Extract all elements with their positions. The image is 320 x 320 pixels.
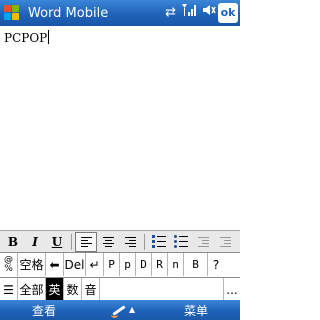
- italic-button[interactable]: I: [24, 232, 46, 252]
- softkey-bar: 查看 ▲ 菜单: [0, 300, 240, 320]
- candidate-key[interactable]: P: [104, 253, 120, 276]
- align-center-button[interactable]: [97, 232, 119, 252]
- title-bar: Word Mobile ⇄ ok: [0, 0, 240, 26]
- bold-button[interactable]: B: [2, 232, 24, 252]
- input-method-button[interactable]: ▲: [110, 302, 140, 318]
- align-left-icon: [80, 236, 92, 247]
- volume-icon[interactable]: [202, 3, 216, 23]
- menu-softkey[interactable]: 菜单: [184, 302, 208, 319]
- input-row-2: ☰ 全部 英 数 音 ...: [0, 277, 240, 301]
- view-softkey[interactable]: 查看: [32, 302, 56, 319]
- candidate-key[interactable]: n: [168, 253, 184, 276]
- ok-button[interactable]: ok: [218, 3, 238, 23]
- connectivity-icon[interactable]: ⇄: [165, 4, 176, 22]
- format-toolbar: B I U: [0, 230, 240, 252]
- delete-key[interactable]: Del: [64, 253, 86, 276]
- caret-up-icon: ▲: [129, 305, 136, 314]
- backspace-key[interactable]: ⬅: [46, 253, 64, 276]
- candidate-key[interactable]: D: [136, 253, 152, 276]
- backspace-arrow-icon: ⬅: [49, 257, 60, 272]
- increase-indent-button[interactable]: [214, 232, 236, 252]
- enter-arrow-icon: ↵: [89, 257, 100, 272]
- app-title: Word Mobile: [28, 5, 109, 21]
- menu-key[interactable]: ☰: [0, 278, 18, 301]
- increase-indent-icon: [219, 236, 231, 247]
- text-cursor: [48, 30, 50, 44]
- candidate-key[interactable]: p: [120, 253, 136, 276]
- sound-mode-key[interactable]: 音: [82, 278, 100, 301]
- list-icon: ☰: [3, 282, 14, 297]
- candidate-key[interactable]: B: [184, 253, 208, 276]
- input-panel: @% 空格 ⬅ Del ↵ P p D R n B ? ☰ 全部 英 数 音 .…: [0, 252, 240, 301]
- decrease-indent-icon: [197, 236, 209, 247]
- candidate-area: [100, 278, 224, 301]
- bulleted-list-button[interactable]: [170, 232, 192, 252]
- document-text[interactable]: PCPOP: [4, 30, 50, 45]
- english-mode-key[interactable]: 英: [46, 278, 64, 301]
- toolbar-divider: [144, 233, 145, 250]
- numbered-list-button[interactable]: [148, 232, 170, 252]
- align-center-icon: [102, 236, 114, 247]
- align-right-icon: [124, 236, 136, 247]
- align-left-button[interactable]: [75, 231, 97, 252]
- enter-key[interactable]: ↵: [86, 253, 104, 276]
- windows-start-icon[interactable]: [3, 4, 21, 22]
- symbols-key[interactable]: @%: [0, 253, 18, 276]
- all-key[interactable]: 全部: [18, 278, 46, 301]
- signal-icon[interactable]: [181, 3, 197, 23]
- more-key[interactable]: ...: [224, 278, 240, 301]
- decrease-indent-button[interactable]: [192, 232, 214, 252]
- digits-mode-key[interactable]: 数: [64, 278, 82, 301]
- align-right-button[interactable]: [119, 232, 141, 252]
- bulleted-list-icon: [174, 235, 188, 248]
- candidate-key[interactable]: R: [152, 253, 168, 276]
- document-area[interactable]: PCPOP: [0, 26, 240, 230]
- underline-button[interactable]: U: [46, 232, 68, 252]
- numbered-list-icon: [152, 235, 166, 248]
- pen-input-icon: [110, 303, 126, 318]
- status-icons: ⇄: [165, 4, 216, 22]
- space-key[interactable]: 空格: [18, 253, 46, 276]
- input-row-1: @% 空格 ⬅ Del ↵ P p D R n B ?: [0, 253, 240, 277]
- toolbar-divider: [71, 233, 72, 250]
- help-key[interactable]: ?: [208, 253, 224, 276]
